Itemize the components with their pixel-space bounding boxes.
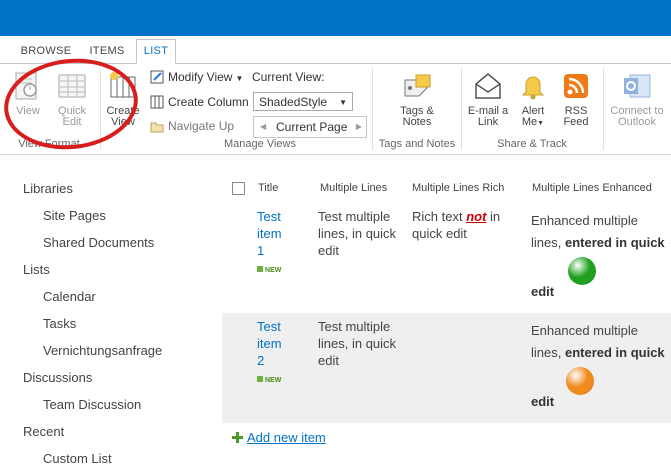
multiple-lines-cell: Test multiple lines, in quick edit (318, 209, 397, 258)
tab-list[interactable]: LIST (136, 39, 176, 64)
multiple-lines-enhanced-cell: Enhanced multiple lines, entered in quic… (531, 213, 665, 250)
envelope-icon (472, 70, 504, 102)
table-row: Test item 2 NEW Test multiple lines, in … (222, 313, 671, 423)
manage-views-group-label: Manage Views (224, 138, 296, 150)
tag-icon (401, 70, 433, 102)
table-row: Test item 1 NEW Test multiple lines, in … (222, 203, 671, 313)
item-title-link[interactable]: Test item 1 NEW (257, 208, 282, 279)
nav-tasks[interactable]: Tasks (43, 316, 76, 331)
chevron-down-icon: ▼ (339, 98, 347, 107)
nav-site-pages[interactable]: Site Pages (43, 208, 106, 223)
chevron-right-icon[interactable]: ▶ (356, 117, 362, 137)
folder-up-icon (150, 119, 164, 133)
email-link-button[interactable]: E-mail a Link (466, 70, 510, 128)
nav-custom-list[interactable]: Custom List (43, 451, 112, 466)
new-badge: NEW (257, 259, 282, 279)
modify-view-icon (150, 70, 164, 84)
bell-icon (517, 70, 549, 102)
multiple-lines-enhanced-cell: Enhanced multiple lines, entered in quic… (531, 323, 665, 360)
select-all-checkbox[interactable] (232, 182, 245, 195)
nav-shared-documents[interactable]: Shared Documents (43, 235, 154, 250)
nav-recent[interactable]: Recent (23, 424, 64, 439)
new-badge: NEW (257, 369, 282, 389)
nav-calendar[interactable]: Calendar (43, 289, 96, 304)
chevron-left-icon[interactable]: ◀ (260, 117, 266, 137)
tags-notes-group-label: Tags and Notes (378, 138, 456, 150)
enhanced-edit-text: edit (531, 284, 555, 299)
chevron-down-icon: ▼ (537, 120, 545, 127)
nav-vernichtungsanfrage[interactable]: Vernichtungsanfrage (43, 343, 162, 358)
column-header-multiple-lines-rich[interactable]: Multiple Lines Rich (412, 182, 504, 194)
navigate-up-button[interactable]: Navigate Up (150, 116, 234, 136)
current-page-pager[interactable]: ◀ Current Page ▶ (253, 116, 367, 138)
alert-me-button[interactable]: Alert Me▼ (516, 70, 550, 129)
create-column-button[interactable]: Create Column (150, 92, 249, 112)
current-view-select[interactable]: ShadedStyle ▼ (253, 92, 353, 111)
nav-discussions[interactable]: Discussions (23, 370, 92, 385)
rss-icon (560, 70, 592, 102)
share-track-group-label: Share & Track (497, 138, 567, 150)
orange-ball-image (566, 367, 594, 395)
column-header-title[interactable]: Title (258, 182, 278, 194)
nav-team-discussion[interactable]: Team Discussion (43, 397, 141, 412)
suite-bar (0, 0, 671, 36)
plus-icon (232, 432, 243, 443)
column-header-multiple-lines[interactable]: Multiple Lines (320, 182, 387, 194)
rss-feed-button[interactable]: RSS Feed (558, 70, 594, 128)
outlook-icon (621, 70, 653, 102)
green-ball-image (568, 257, 596, 285)
nav-libraries[interactable]: Libraries (23, 181, 73, 196)
enhanced-edit-text: edit (531, 394, 555, 409)
item-title-link[interactable]: Test item 2 NEW (257, 318, 282, 389)
current-view-label: Current View: (252, 70, 325, 84)
divider (603, 68, 604, 150)
modify-view-button[interactable]: Modify View ▼ (150, 67, 243, 87)
divider (372, 68, 373, 150)
connect-outlook-button[interactable]: Connect to Outlook (606, 70, 668, 128)
create-column-icon (150, 95, 164, 109)
chevron-down-icon: ▼ (235, 74, 244, 83)
new-icon (257, 376, 263, 382)
new-icon (257, 266, 263, 272)
multiple-lines-rich-cell: Rich text not in quick edit (412, 209, 501, 241)
multiple-lines-cell: Test multiple lines, in quick edit (318, 319, 397, 368)
ribbon-tabs: BROWSE ITEMS LIST (0, 36, 671, 64)
tags-notes-button[interactable]: Tags & Notes (392, 70, 442, 128)
column-header-multiple-lines-enhanced[interactable]: Multiple Lines Enhanced (532, 182, 652, 194)
nav-lists[interactable]: Lists (23, 262, 50, 277)
